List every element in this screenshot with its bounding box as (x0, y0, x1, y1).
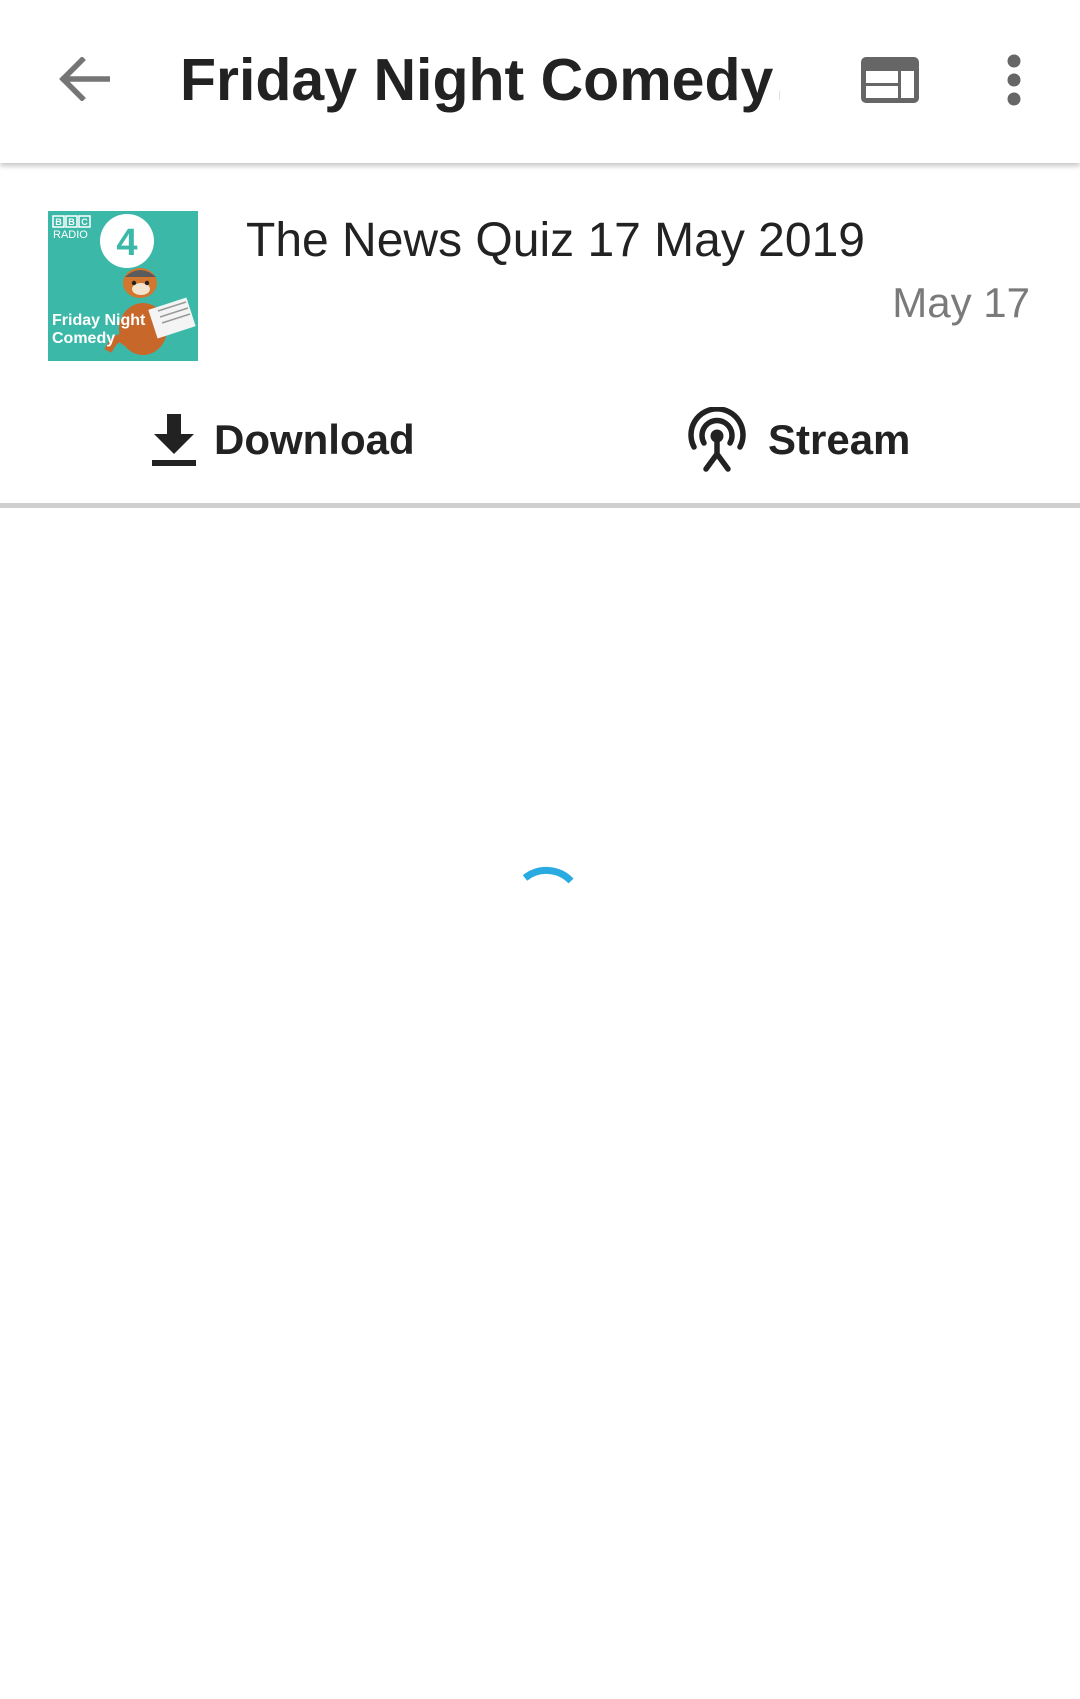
cover-bbc-b2: B (68, 217, 75, 227)
back-button[interactable] (52, 52, 116, 106)
download-label: Download (214, 416, 415, 463)
cover-show-name-line2: Comedy (52, 330, 115, 347)
episode-header: B B C RADIO 4 Friday Night Comedy The Ne… (0, 163, 1080, 505)
cover-radio-text: RADIO (53, 229, 88, 241)
episode-title: The News Quiz 17 May 2019 (246, 214, 865, 267)
app-bar: Friday Night Comedy… (0, 0, 1080, 163)
cover-bbc-b1: B (55, 217, 62, 227)
episode-date: May 17 (892, 279, 1030, 326)
cover-show-name-line1: Friday Night (52, 312, 146, 329)
loading-spinner (522, 866, 574, 884)
podcast-cover-art: B B C RADIO 4 Friday Night Comedy (48, 211, 198, 361)
arrow-back-icon (59, 57, 110, 101)
download-button[interactable]: Download (150, 395, 415, 485)
cover-bbc-c: C (81, 217, 88, 227)
cover-station-number: 4 (116, 222, 137, 264)
web-view-icon (861, 57, 919, 103)
podcast-stream-icon (688, 407, 746, 472)
more-vert-icon (1007, 54, 1021, 106)
episode-content-area (0, 508, 1080, 1699)
friday-night-comedy-artwork: B B C RADIO 4 Friday Night Comedy (48, 211, 198, 361)
page-title: Friday Night Comedy… (180, 47, 780, 113)
stream-button[interactable]: Stream (682, 395, 910, 485)
more-options-button[interactable] (990, 48, 1038, 112)
stream-label: Stream (768, 416, 911, 463)
web-view-button[interactable] (850, 48, 930, 112)
download-icon (152, 414, 196, 466)
